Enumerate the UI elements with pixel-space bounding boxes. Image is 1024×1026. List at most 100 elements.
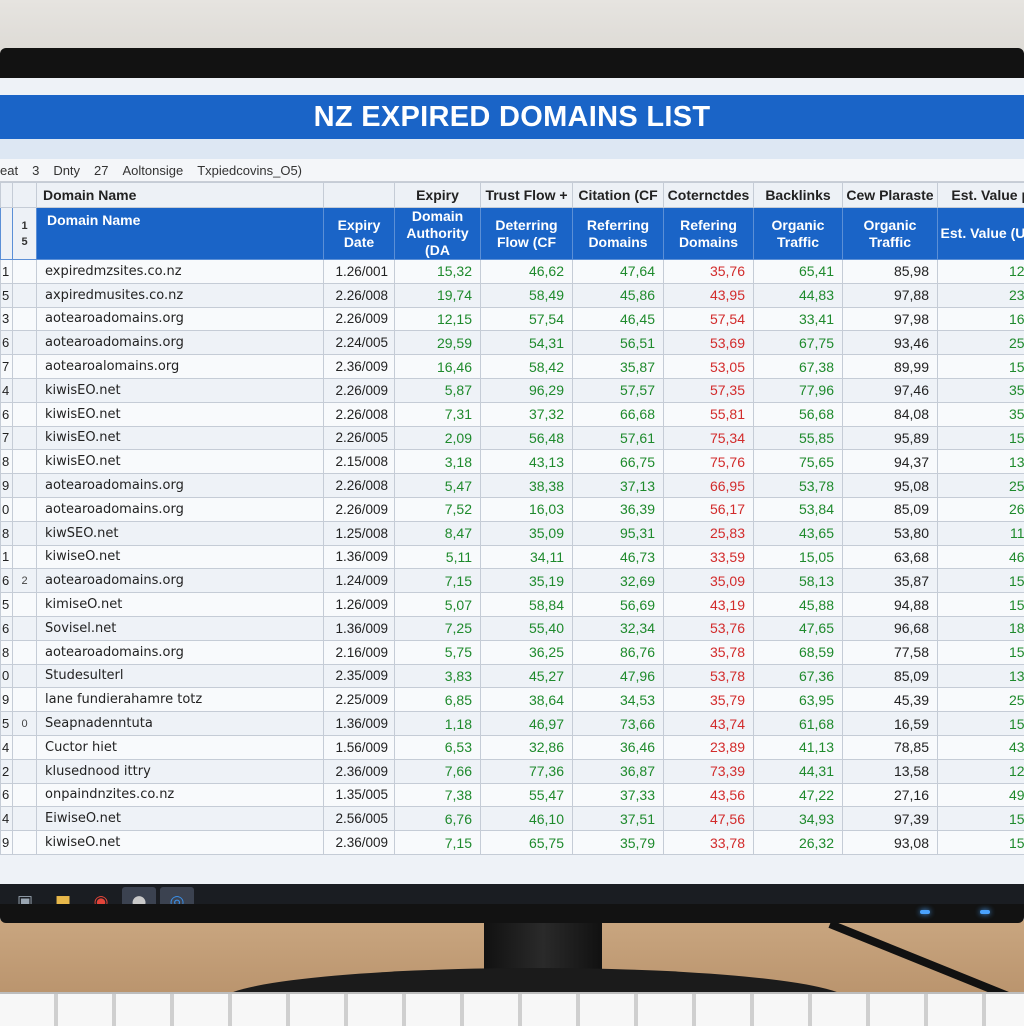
header-deterring-flow[interactable]: Deterring Flow (CF: [481, 208, 573, 260]
refering-domains-cell[interactable]: 53,78: [664, 664, 754, 688]
refering-domains-cell[interactable]: 75,34: [664, 426, 754, 450]
est-value-cell[interactable]: 15,03: [938, 569, 1024, 593]
est-value-cell[interactable]: 15,52: [938, 426, 1024, 450]
table-row[interactable]: 1kiwiseO.net1.36/0095,1134,1146,7333,591…: [1, 545, 1024, 569]
organic-traffic-cell[interactable]: 34,93: [754, 807, 843, 831]
domain-authority-cell[interactable]: 7,52: [395, 497, 481, 521]
organic-traffic-2-cell[interactable]: 53,80: [843, 521, 938, 545]
referring-domains-cell[interactable]: 56,69: [573, 593, 664, 617]
expiry-date-cell[interactable]: 1.26/009: [324, 593, 395, 617]
table-row[interactable]: 0aotearoadomains.org2.26/0097,5216,0336,…: [1, 497, 1024, 521]
organic-traffic-cell[interactable]: 67,38: [754, 355, 843, 379]
deterring-flow-cell[interactable]: 96,29: [481, 378, 573, 402]
table-row[interactable]: 9aotearoadomains.org2.26/0085,4738,3837,…: [1, 474, 1024, 498]
header-est-value[interactable]: Est. Value (USD): [938, 208, 1024, 260]
refering-domains-cell[interactable]: 35,09: [664, 569, 754, 593]
sub-header-est-value[interactable]: Est. Value pu: [938, 183, 1024, 208]
domain-authority-cell[interactable]: 5,87: [395, 378, 481, 402]
row-marker[interactable]: [13, 474, 37, 498]
row-index[interactable]: 1: [1, 260, 13, 284]
row-marker[interactable]: [13, 783, 37, 807]
organic-traffic-cell[interactable]: 65,41: [754, 260, 843, 284]
header-organic-traffic-2[interactable]: Organic Traffic: [843, 208, 938, 260]
domain-name-cell[interactable]: aotearoadomains.org: [37, 307, 324, 331]
organic-traffic-cell[interactable]: 58,13: [754, 569, 843, 593]
expiry-date-cell[interactable]: 1.35/005: [324, 783, 395, 807]
table-row[interactable]: 8kiwisEO.net2.15/0083,1843,1366,7575,767…: [1, 450, 1024, 474]
referring-domains-cell[interactable]: 46,73: [573, 545, 664, 569]
folder-taskbar-button[interactable]: ■: [46, 887, 80, 904]
header-expiry-date[interactable]: Expiry Date: [324, 208, 395, 260]
domain-name-cell[interactable]: onpaindnzites.co.nz: [37, 783, 324, 807]
row-marker[interactable]: [13, 378, 37, 402]
deterring-flow-cell[interactable]: 46,62: [481, 260, 573, 284]
domain-name-cell[interactable]: aotearoalomains.org: [37, 355, 324, 379]
organic-traffic-2-cell[interactable]: 89,99: [843, 355, 938, 379]
organic-traffic-cell[interactable]: 56,68: [754, 402, 843, 426]
table-row[interactable]: 6kiwisEO.net2.26/0087,3137,3266,6855,815…: [1, 402, 1024, 426]
expiry-date-cell[interactable]: 1.36/009: [324, 545, 395, 569]
domain-authority-cell[interactable]: 5,07: [395, 593, 481, 617]
referring-domains-cell[interactable]: 34,53: [573, 688, 664, 712]
row-marker[interactable]: [13, 283, 37, 307]
row-index[interactable]: 7: [1, 355, 13, 379]
organic-traffic-cell[interactable]: 41,13: [754, 735, 843, 759]
referring-domains-cell[interactable]: 37,13: [573, 474, 664, 498]
table-row[interactable]: 6onpaindnzites.co.nz1.35/0057,3855,4737,…: [1, 783, 1024, 807]
table-row[interactable]: 2klusednood ittry2.36/0097,6677,3636,877…: [1, 759, 1024, 783]
deterring-flow-cell[interactable]: 57,54: [481, 307, 573, 331]
deterring-flow-cell[interactable]: 34,11: [481, 545, 573, 569]
table-row[interactable]: 50Seapnadenntuta1.36/0091,1846,9773,6643…: [1, 712, 1024, 736]
domain-name-cell[interactable]: EiwiseO.net: [37, 807, 324, 831]
expiry-date-cell[interactable]: 2.35/009: [324, 664, 395, 688]
deterring-flow-cell[interactable]: 45,27: [481, 664, 573, 688]
row-index[interactable]: 6: [1, 783, 13, 807]
sub-header-coternctdes[interactable]: Coternctdes: [664, 183, 754, 208]
domain-authority-cell[interactable]: 7,31: [395, 402, 481, 426]
row-marker[interactable]: [13, 664, 37, 688]
table-row[interactable]: 7kiwisEO.net2.26/0052,0956,4857,6175,345…: [1, 426, 1024, 450]
row-index[interactable]: 5: [1, 593, 13, 617]
referring-domains-cell[interactable]: 35,79: [573, 831, 664, 855]
organic-traffic-2-cell[interactable]: 27,16: [843, 783, 938, 807]
domain-authority-cell[interactable]: 5,11: [395, 545, 481, 569]
est-value-cell[interactable]: 13,05: [938, 450, 1024, 474]
organic-traffic-2-cell[interactable]: 97,46: [843, 378, 938, 402]
row-index[interactable]: 9: [1, 831, 13, 855]
organic-traffic-2-cell[interactable]: 63,68: [843, 545, 938, 569]
organic-traffic-cell[interactable]: 33,41: [754, 307, 843, 331]
row-marker[interactable]: [13, 807, 37, 831]
referring-domains-cell[interactable]: 57,61: [573, 426, 664, 450]
organic-traffic-2-cell[interactable]: 85,09: [843, 664, 938, 688]
expiry-date-cell[interactable]: 1.25/008: [324, 521, 395, 545]
sub-header-expiry[interactable]: Expiry: [395, 183, 481, 208]
deterring-flow-cell[interactable]: 58,42: [481, 355, 573, 379]
est-value-cell[interactable]: 12,45: [938, 260, 1024, 284]
row-marker[interactable]: [13, 688, 37, 712]
est-value-cell[interactable]: 15,06: [938, 807, 1024, 831]
est-value-cell[interactable]: 35,96: [938, 402, 1024, 426]
est-value-cell[interactable]: 18,75: [938, 616, 1024, 640]
expiry-date-cell[interactable]: 2.36/009: [324, 759, 395, 783]
domain-authority-cell[interactable]: 2,09: [395, 426, 481, 450]
refering-domains-cell[interactable]: 43,95: [664, 283, 754, 307]
domain-authority-cell[interactable]: 19,74: [395, 283, 481, 307]
deterring-flow-cell[interactable]: 55,40: [481, 616, 573, 640]
table-row[interactable]: 6Sovisel.net1.36/0097,2555,4032,3453,764…: [1, 616, 1024, 640]
domain-name-cell[interactable]: kiwiseO.net: [37, 545, 324, 569]
organic-traffic-cell[interactable]: 44,83: [754, 283, 843, 307]
row-marker[interactable]: [13, 759, 37, 783]
row-index[interactable]: 6: [1, 569, 13, 593]
organic-traffic-cell[interactable]: 53,84: [754, 497, 843, 521]
organic-traffic-2-cell[interactable]: 16,59: [843, 712, 938, 736]
organic-traffic-cell[interactable]: 67,75: [754, 331, 843, 355]
expiry-date-cell[interactable]: 1.36/009: [324, 616, 395, 640]
est-value-cell[interactable]: 43,06: [938, 735, 1024, 759]
organic-traffic-2-cell[interactable]: 85,98: [843, 260, 938, 284]
domain-authority-cell[interactable]: 1,18: [395, 712, 481, 736]
row-index[interactable]: 7: [1, 426, 13, 450]
domain-authority-cell[interactable]: 7,66: [395, 759, 481, 783]
organic-traffic-2-cell[interactable]: 45,39: [843, 688, 938, 712]
domain-authority-cell[interactable]: 6,85: [395, 688, 481, 712]
row-marker[interactable]: [13, 640, 37, 664]
